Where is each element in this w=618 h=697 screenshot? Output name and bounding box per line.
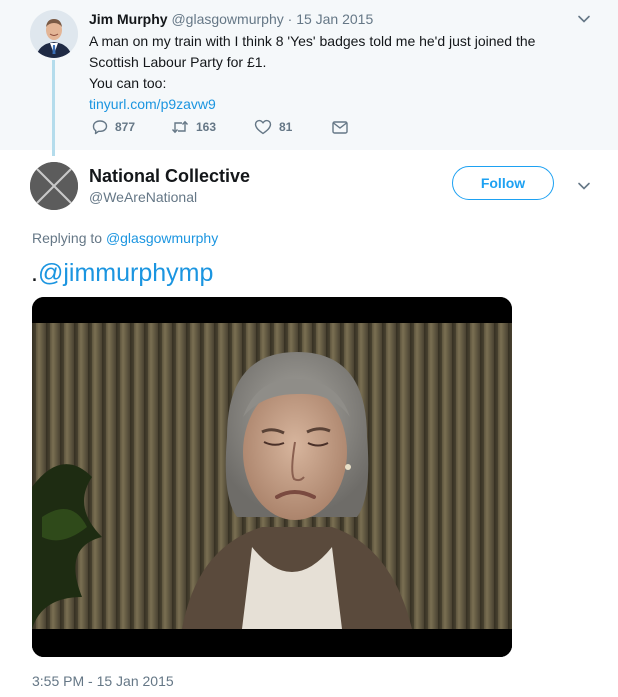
author-handle[interactable]: @WeAreNational <box>89 188 197 206</box>
parent-text-line: You can too: <box>89 75 167 91</box>
parent-tweet-text: A man on my train with I think 8 'Yes' b… <box>89 31 589 115</box>
retweet-icon <box>171 120 189 134</box>
avatar[interactable] <box>30 10 78 58</box>
reply-icon <box>92 120 108 135</box>
retweet-count: 163 <box>196 120 217 134</box>
message-icon <box>332 121 348 134</box>
follow-button[interactable]: Follow <box>452 166 554 200</box>
replying-to-handle[interactable]: @glasgowmurphy <box>106 230 218 246</box>
separator-dot: · <box>287 11 293 27</box>
tweet-text-prefix: . <box>31 259 38 287</box>
parent-text-line: Scottish Labour Party for £1. <box>89 54 267 70</box>
reply-action[interactable]: 877 <box>92 119 135 135</box>
parent-author-name[interactable]: Jim Murphy <box>89 11 168 27</box>
like-count: 81 <box>279 120 293 134</box>
parent-tweet[interactable]: Jim Murphy @glasgowmurphy · 15 Jan 2015 … <box>0 0 618 156</box>
direct-message-action[interactable] <box>331 119 356 135</box>
embedded-photo <box>32 297 512 657</box>
thread-connector-line <box>52 60 55 156</box>
tweet-text: .@jimmurphymp <box>31 257 213 289</box>
replying-to: Replying to @glasgowmurphy <box>32 229 218 247</box>
parent-tweet-header: Jim Murphy @glasgowmurphy · 15 Jan 2015 <box>89 10 373 28</box>
like-action[interactable]: 81 <box>254 119 292 135</box>
retweet-action[interactable]: 163 <box>171 119 216 135</box>
tweet-timestamp[interactable]: 3:55 PM - 15 Jan 2015 <box>32 672 174 690</box>
tweet-media-image[interactable] <box>32 297 512 657</box>
avatar[interactable] <box>30 162 78 210</box>
parent-tweet-link[interactable]: tinyurl.com/p9zavw9 <box>89 94 589 115</box>
replying-to-label: Replying to <box>32 230 103 246</box>
author-name[interactable]: National Collective <box>89 165 250 187</box>
parent-author-handle[interactable]: @glasgowmurphy <box>171 11 283 27</box>
like-icon <box>254 119 272 135</box>
tweet-mention[interactable]: @jimmurphymp <box>38 259 213 287</box>
chevron-down-icon[interactable] <box>577 12 591 26</box>
parent-tweet-date[interactable]: 15 Jan 2015 <box>296 11 373 27</box>
chevron-down-icon[interactable] <box>577 179 591 193</box>
parent-text-line: A man on my train with I think 8 'Yes' b… <box>89 33 536 49</box>
reply-count: 877 <box>115 120 136 134</box>
